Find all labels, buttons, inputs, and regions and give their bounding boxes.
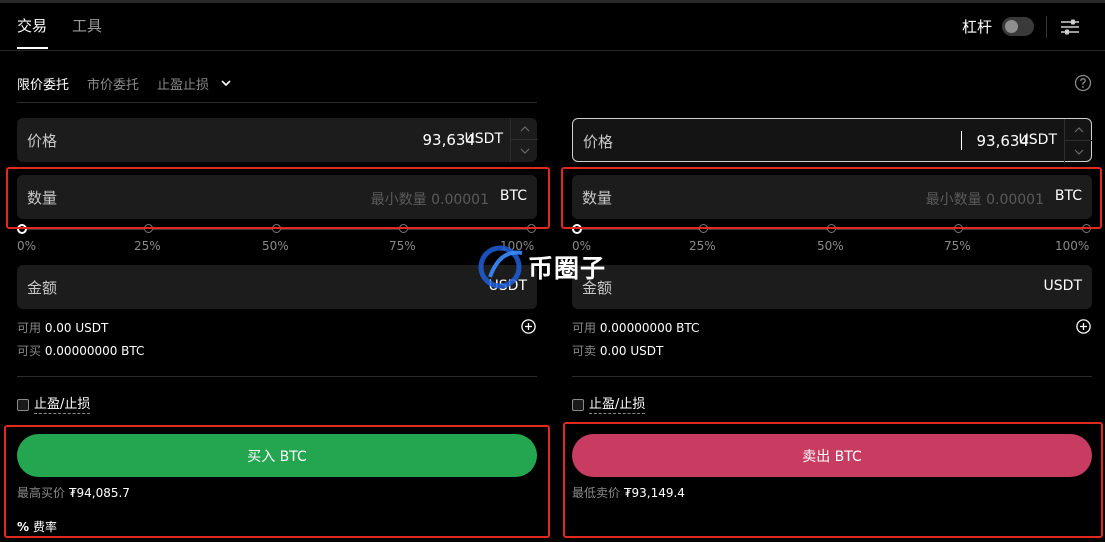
slider-label: 25% (134, 239, 161, 253)
watermark: 币圈子 (476, 243, 626, 289)
buy-price-decrement[interactable] (511, 140, 538, 162)
sell-price-unit: USDT (1018, 132, 1057, 148)
divider (17, 376, 537, 377)
sell-can-sell: 可卖 0.00 USDT (572, 342, 663, 359)
buy-price-unit: USDT (464, 131, 503, 147)
available-label: 可用 (17, 321, 42, 335)
highlight-sell-qty (561, 167, 1102, 229)
watermark-logo-icon (478, 245, 523, 289)
sell-price-decrement[interactable] (1065, 141, 1092, 163)
can-sell-label: 可卖 (572, 344, 597, 358)
can-buy-label: 可买 (17, 344, 42, 358)
highlight-sell-button (563, 422, 1103, 538)
add-funds-icon[interactable] (521, 319, 536, 334)
sell-tpsl-checkbox[interactable] (572, 399, 584, 411)
sell-price-increment[interactable] (1065, 119, 1092, 141)
watermark-text: 币圈子 (528, 254, 607, 283)
buy-available: 可用 0.00 USDT (17, 319, 108, 336)
buy-price-field[interactable]: 价格 93,634 USDT (17, 118, 538, 162)
slider-label: 50% (262, 239, 289, 253)
slider-label: 50% (817, 239, 844, 253)
buy-slider-labels: 0% 25% 50% 75% 100% (17, 239, 537, 253)
available-value: 0.00 USDT (44, 321, 109, 335)
highlight-buy-qty (6, 167, 550, 229)
sell-slider-labels: 0% 25% 50% 75% 100% (572, 239, 1092, 253)
sell-price-field[interactable]: 价格 93,634 USDT (572, 118, 1092, 163)
slider-label: 0% (17, 239, 37, 253)
add-funds-icon[interactable] (1076, 319, 1091, 334)
chevron-down-icon (1074, 149, 1083, 155)
divider (572, 376, 1092, 377)
slider-label: 75% (944, 239, 971, 253)
buy-price-stepper (510, 118, 538, 162)
available-label: 可用 (572, 321, 597, 335)
slider-label: 25% (689, 239, 716, 253)
chevron-down-icon (520, 148, 529, 154)
buy-price-increment[interactable] (511, 118, 538, 140)
sell-price-label: 价格 (583, 133, 614, 151)
available-value: 0.00000000 BTC (599, 321, 700, 335)
can-sell-value: 0.00 USDT (599, 344, 664, 358)
sell-available: 可用 0.00000000 BTC (572, 319, 699, 336)
highlight-buy-button (4, 425, 550, 538)
slider-label: 100% (1055, 239, 1090, 253)
sell-amount-unit: USDT (1043, 278, 1082, 294)
chevron-up-icon (1074, 126, 1083, 132)
sell-price-stepper (1064, 119, 1092, 163)
chevron-up-icon (520, 125, 529, 131)
can-buy-value: 0.00000000 BTC (44, 344, 145, 358)
buy-amount-field[interactable]: 金额 USDT (17, 265, 537, 309)
sell-tpsl-label[interactable]: 止盈/止损 (589, 397, 646, 414)
buy-price-label: 价格 (27, 132, 58, 150)
buy-tpsl-checkbox[interactable] (17, 399, 29, 411)
text-cursor (961, 131, 962, 150)
buy-can-buy: 可买 0.00000000 BTC (17, 342, 144, 359)
buy-amount-label: 金额 (27, 279, 58, 297)
slider-label: 75% (389, 239, 416, 253)
buy-tpsl-label[interactable]: 止盈/止损 (34, 397, 91, 414)
sell-amount-field[interactable]: 金额 USDT (572, 265, 1092, 309)
